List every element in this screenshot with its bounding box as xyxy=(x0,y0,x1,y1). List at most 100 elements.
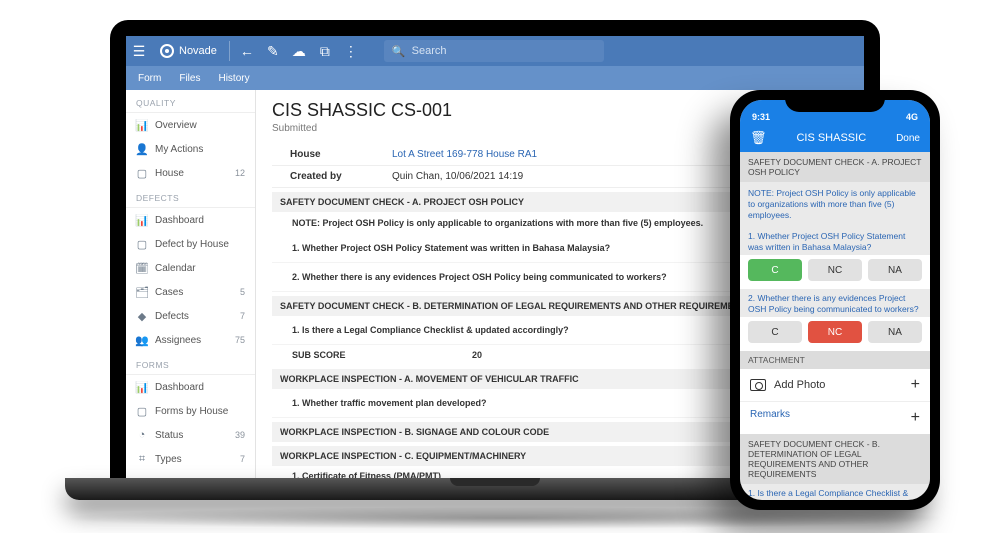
edit-icon[interactable]: ✎ xyxy=(260,36,286,66)
tab-files[interactable]: Files xyxy=(179,73,200,84)
sidebar-group-title: DEFECTS xyxy=(126,185,255,208)
sidebar-item-label: My Actions xyxy=(155,144,203,155)
sidebar-item[interactable]: 📊 Dashboard xyxy=(126,375,255,399)
question-text: 1. Whether traffic movement plan develop… xyxy=(292,398,487,408)
copy-icon[interactable]: ⧉ xyxy=(312,36,338,66)
sidebar-group-title: FORMS xyxy=(126,352,255,375)
brand-name: Novade xyxy=(179,45,217,57)
attachment-label: ATTACHMENT xyxy=(740,351,930,369)
sidebar-item-count: 7 xyxy=(240,454,245,464)
delete-icon[interactable]: 🗑 xyxy=(750,130,767,146)
meta-label: House xyxy=(272,149,392,160)
add-photo-button[interactable]: Add Photo + xyxy=(740,369,930,402)
sidebar-item-count: 12 xyxy=(235,168,245,178)
camera-icon xyxy=(750,379,766,391)
phone-header: 🗑 CIS SHASSIC Done xyxy=(740,124,930,152)
done-button[interactable]: Done xyxy=(896,133,920,144)
calendar-icon: 🗓 xyxy=(136,262,148,274)
user-icon: 👤 xyxy=(136,143,148,155)
question-text: 1. Whether Project OSH Policy Statement … xyxy=(292,243,610,253)
tabs-row: Form Files History xyxy=(126,66,864,90)
question-text: 2. Whether there is any evidences Projec… xyxy=(292,272,667,282)
phone-section-header: SAFETY DOCUMENT CHECK - B. DETERMINATION… xyxy=(740,434,930,484)
meta-value: Quin Chan, 10/06/2021 14:19 xyxy=(392,171,523,182)
sidebar-item-count: 5 xyxy=(240,287,245,297)
plus-icon: + xyxy=(911,376,920,394)
sidebar-item-label: Status xyxy=(155,430,183,441)
sidebar-item-label: House xyxy=(155,168,184,179)
phone-section-header: SAFETY DOCUMENT CHECK - A. PROJECT OSH P… xyxy=(740,152,930,182)
case-icon: 🗂 xyxy=(136,286,148,298)
brand-logo-icon xyxy=(160,44,174,58)
score-label: SUB SCORE xyxy=(292,350,472,360)
sidebar-item-count: 7 xyxy=(240,311,245,321)
sidebar-item-label: Defects xyxy=(155,311,189,322)
sidebar-item-label: Dashboard xyxy=(155,382,204,393)
meta-label: Created by xyxy=(272,171,392,182)
remarks-button[interactable]: Remarks+ xyxy=(740,402,930,434)
search-icon: 🔍 xyxy=(392,45,406,58)
tab-form[interactable]: Form xyxy=(138,73,161,84)
sidebar-item[interactable]: ▢ Forms by House xyxy=(126,399,255,423)
sidebar-item-label: Dashboard xyxy=(155,215,204,226)
sidebar-item[interactable]: ◔ Status 39 xyxy=(126,423,255,447)
cloud-upload-icon[interactable]: ☁ xyxy=(286,36,312,66)
back-icon[interactable]: ← xyxy=(234,36,260,66)
sidebar-item-label: Cases xyxy=(155,287,183,298)
seg-c[interactable]: C xyxy=(748,321,802,343)
defect-icon: ◆ xyxy=(136,310,148,322)
sidebar-item[interactable]: 📊 Overview xyxy=(126,113,255,137)
question-text: 1. Is there a Legal Compliance Checklist… xyxy=(292,325,569,335)
sidebar-item-label: Calendar xyxy=(155,263,196,274)
menu-icon[interactable]: ☰ xyxy=(126,36,152,66)
chart-icon: 📊 xyxy=(136,381,148,393)
sidebar-item[interactable]: ▢ Defect by House xyxy=(126,232,255,256)
sidebar-item-count: 39 xyxy=(235,430,245,440)
phone-device: 9:31 4G 🗑 CIS SHASSIC Done SAFETY DOCUME… xyxy=(730,90,940,510)
type-icon: ⌗ xyxy=(136,453,148,465)
house-icon: ▢ xyxy=(136,238,148,250)
phone-question: 1. Is there a Legal Compliance Checklist… xyxy=(740,484,930,500)
phone-question: 1. Whether Project OSH Policy Statement … xyxy=(740,227,930,255)
seg-na[interactable]: NA xyxy=(868,321,922,343)
people-icon: 👥 xyxy=(136,334,148,346)
seg-na[interactable]: NA xyxy=(868,259,922,281)
meta-value[interactable]: Lot A Street 169-778 House RA1 xyxy=(392,149,537,160)
sidebar-item-count: 75 xyxy=(235,335,245,345)
plus-icon: + xyxy=(911,409,920,427)
house-icon: ▢ xyxy=(136,167,148,179)
phone-title: CIS SHASSIC xyxy=(796,132,866,144)
search-input[interactable] xyxy=(412,45,596,57)
phone-body: SAFETY DOCUMENT CHECK - A. PROJECT OSH P… xyxy=(740,152,930,500)
chart-icon: 📊 xyxy=(136,119,148,131)
sidebar-item[interactable]: 👤 My Actions xyxy=(126,137,255,161)
seg-nc[interactable]: NC xyxy=(808,321,862,343)
sidebar-item-label: Defect by House xyxy=(155,239,229,250)
more-icon[interactable]: ⋮ xyxy=(338,36,364,66)
house-icon: ▢ xyxy=(136,405,148,417)
sidebar-item-label: Overview xyxy=(155,120,197,131)
topbar: ☰ Novade ← ✎ ☁ ⧉ ⋮ 🔍 xyxy=(126,36,864,66)
sidebar-item-label: Types xyxy=(155,454,182,465)
sidebar-item[interactable]: ⌗ Types 7 xyxy=(126,447,255,471)
sidebar-item[interactable]: ▢ House 12 xyxy=(126,161,255,185)
sidebar-item[interactable]: 🗓 Calendar xyxy=(126,256,255,280)
sidebar-item[interactable]: 🗂 Cases 5 xyxy=(126,280,255,304)
status-icon: ◔ xyxy=(136,429,148,441)
sidebar-item[interactable]: 📊 Dashboard xyxy=(126,208,255,232)
sidebar-item[interactable]: ◆ Defects 7 xyxy=(126,304,255,328)
chart-icon: 📊 xyxy=(136,214,148,226)
phone-note: NOTE: Project OSH Policy is only applica… xyxy=(740,182,930,227)
search-input-wrap[interactable]: 🔍 xyxy=(384,40,604,62)
sidebar-group-title: QUALITY xyxy=(126,90,255,113)
sidebar: QUALITY 📊 Overview 👤 My Actions ▢ House 12 DEFEC… xyxy=(126,90,256,480)
sidebar-item-label: Assignees xyxy=(155,335,201,346)
seg-c[interactable]: C xyxy=(748,259,802,281)
brand[interactable]: Novade xyxy=(152,44,225,58)
seg-nc[interactable]: NC xyxy=(808,259,862,281)
phone-time: 9:31 xyxy=(752,112,770,122)
phone-question: 2. Whether there is any evidences Projec… xyxy=(740,289,930,317)
sidebar-item[interactable]: 👥 Assignees 75 xyxy=(126,328,255,352)
tab-history[interactable]: History xyxy=(218,73,249,84)
sidebar-item-label: Forms by House xyxy=(155,406,228,417)
